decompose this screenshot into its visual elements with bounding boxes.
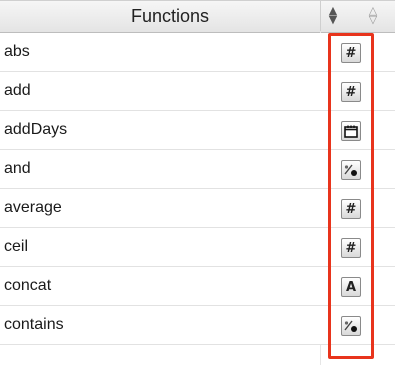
function-name: average xyxy=(4,199,62,216)
function-name: ceil xyxy=(4,238,29,255)
function-name: contains xyxy=(4,316,64,333)
function-name: add xyxy=(4,82,31,99)
function-name: concat xyxy=(4,277,52,294)
function-name: and xyxy=(4,160,31,177)
sort-arrows-secondary-icon[interactable]: △ ▽ xyxy=(362,5,384,28)
sort-arrows-icon[interactable]: ▲ ▼ xyxy=(322,5,344,28)
function-name: addDays xyxy=(4,121,68,138)
function-name: abs xyxy=(4,43,30,60)
type-column-highlight xyxy=(328,33,374,359)
table-header: Functions ▲ ▼ △ ▽ xyxy=(0,0,395,33)
functions-column-header[interactable]: Functions xyxy=(0,1,321,32)
functions-table: Functions ▲ ▼ △ ▽ abs # add # addDays and averag… xyxy=(0,0,403,365)
functions-column-title: Functions xyxy=(130,6,210,26)
